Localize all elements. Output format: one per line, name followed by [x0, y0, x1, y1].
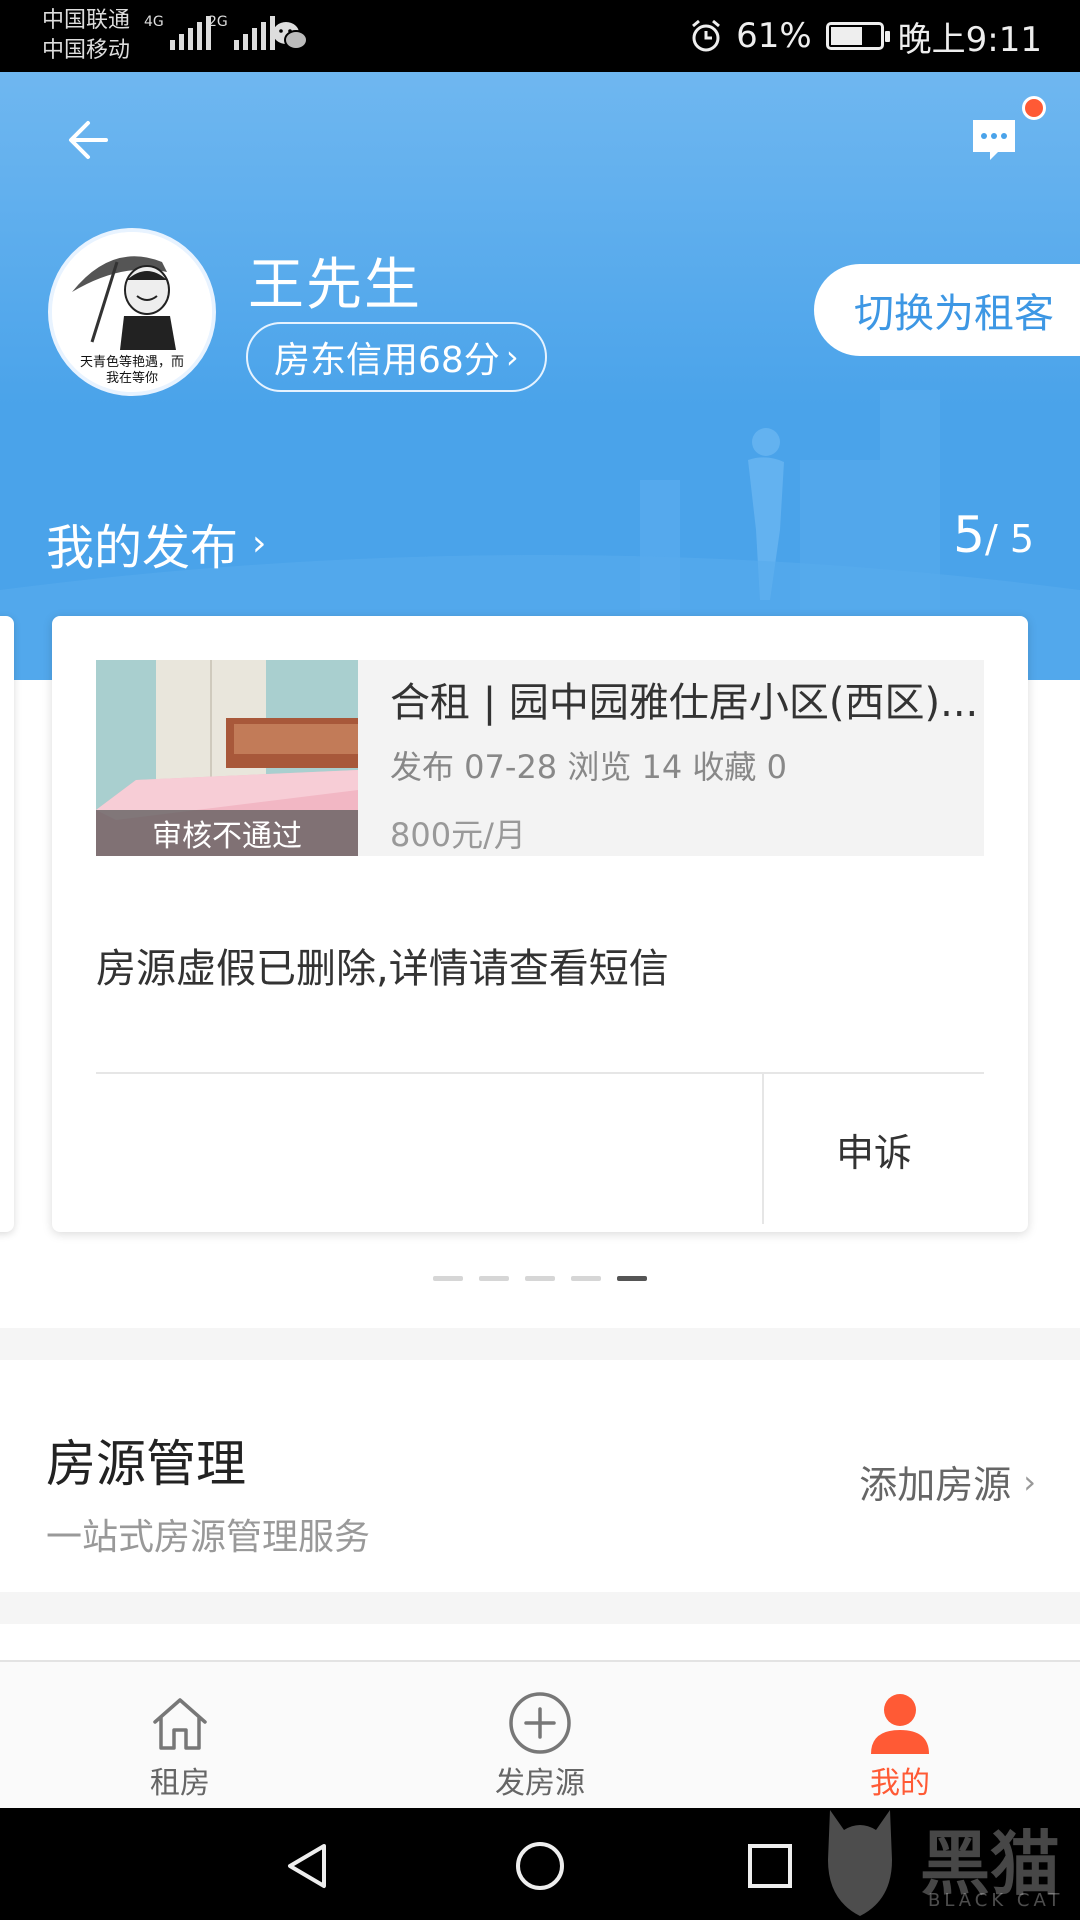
tab-rent[interactable]: 租房 [0, 1662, 360, 1810]
section-gap [0, 1592, 1080, 1624]
battery-icon [825, 22, 890, 50]
network-type-1: 4G [144, 14, 164, 30]
tab-mine[interactable]: 我的 [720, 1662, 1080, 1810]
avatar-meme-image: 天青色等艳遇，而 我在等你 [52, 232, 212, 392]
svg-text:天青色等艳遇，而: 天青色等艳遇，而 [80, 354, 184, 370]
watermark-subtext: BLACK CAT [928, 1890, 1064, 1911]
add-listing-label: 添加房源 [859, 1463, 1012, 1507]
section-gap [0, 1328, 1080, 1360]
switch-to-tenant-label: 切换为租客 [854, 291, 1054, 337]
user-name: 王先生 [248, 253, 422, 318]
nav-recents-icon[interactable] [742, 1838, 798, 1894]
message-icon[interactable] [968, 114, 1020, 166]
appeal-button[interactable]: 申诉 [764, 1074, 984, 1224]
pagination-dot[interactable] [571, 1276, 601, 1281]
signal-icon: 2G [208, 14, 275, 50]
unread-dot [1022, 96, 1046, 120]
listing-stats: 发布 07-28 浏览 14 收藏 0 [390, 748, 787, 786]
user-icon [871, 1694, 929, 1754]
carrier-2: 中国移动 [42, 38, 131, 63]
management-subtitle: 一站式房源管理服务 [46, 1517, 371, 1558]
house-icon [153, 1698, 207, 1750]
battery-percent: 61% [736, 16, 812, 56]
pagination-dot[interactable] [525, 1276, 555, 1281]
svg-text:我在等你: 我在等你 [106, 370, 158, 386]
tab-label: 租房 [150, 1766, 210, 1801]
listing-thumbnail: 审核不通过 [96, 660, 358, 856]
credit-score-label: 房东信用68分 [274, 340, 500, 381]
carrier-1: 中国联通 [42, 8, 131, 33]
tab-post-listing[interactable]: 发房源 [360, 1662, 720, 1810]
status-bar: 中国联通 中国移动 4G 2G 61% 晚上9:11 [0, 0, 1080, 72]
bottom-tab-bar: 租房 发房源 我的 [0, 1660, 1080, 1808]
network-type-2: 2G [208, 14, 228, 30]
add-listing-link[interactable]: 添加房源 › [859, 1454, 1036, 1509]
listing-summary[interactable]: 审核不通过 合租 | 园中园雅仕居小区(西区)... 发布 07-28 浏览 1… [96, 660, 984, 856]
alarm-icon [692, 19, 721, 52]
black-cat-logo [828, 1810, 892, 1916]
chevron-right-icon: › [252, 522, 267, 564]
tab-label: 发房源 [495, 1766, 585, 1801]
chevron-right-icon: › [1023, 1462, 1036, 1501]
carousel-pagination [0, 1276, 1080, 1281]
pagination-dot[interactable] [479, 1276, 509, 1281]
chevron-right-icon: › [505, 338, 519, 376]
total-count: / 5 [984, 517, 1034, 561]
management-title: 房源管理 [46, 1435, 246, 1493]
nav-home-icon[interactable] [512, 1838, 568, 1894]
pagination-dot[interactable] [433, 1276, 463, 1281]
nav-back-icon[interactable] [280, 1838, 336, 1894]
rejection-note: 房源虚假已删除,详情请查看短信 [96, 946, 669, 992]
listing-management-section: 房源管理 一站式房源管理服务 添加房源 › [0, 1360, 1080, 1592]
signal-icon: 4G [144, 14, 211, 50]
watermark: 黑猫 BLACK CAT [810, 1790, 1080, 1920]
plus-circle-icon [509, 1692, 571, 1754]
wechat-icon [273, 22, 308, 50]
profile-header: 天青色等艳遇，而 我在等你 王先生 房东信用68分 › 切换为租客 我的发布 ›… [0, 72, 1080, 680]
listing-price: 800元/月 [390, 816, 526, 854]
pagination-dot[interactable] [617, 1276, 647, 1281]
credit-score-button[interactable]: 房东信用68分 › [246, 322, 547, 392]
clock: 晚上9:11 [897, 19, 1042, 60]
avatar[interactable]: 天青色等艳遇，而 我在等你 [48, 228, 216, 396]
publication-card[interactable]: 审核不通过 合租 | 园中园雅仕居小区(西区)... 发布 07-28 浏览 1… [52, 616, 1028, 1232]
carrier-names: 中国联通 中国移动 [42, 6, 130, 66]
review-status-badge: 审核不通过 [96, 810, 358, 856]
current-index: 5 [953, 506, 985, 564]
appeal-label: 申诉 [835, 1130, 912, 1175]
listing-title: 合租 | 园中园雅仕居小区(西区)... [390, 680, 979, 726]
publication-counter: 5/ 5 [953, 506, 1034, 564]
back-arrow-icon[interactable] [60, 110, 120, 170]
my-publications-title: 我的发布 [46, 520, 239, 576]
previous-card[interactable] [0, 616, 14, 1232]
my-publications-link[interactable]: 我的发布 › [46, 508, 266, 578]
switch-to-tenant-button[interactable]: 切换为租客 [814, 264, 1080, 356]
